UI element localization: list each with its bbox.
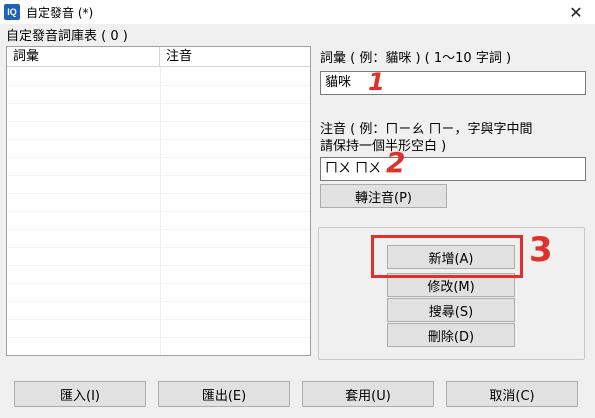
row-line: [7, 301, 310, 302]
row-line: [7, 247, 310, 248]
row-line: [7, 211, 310, 212]
dictionary-list[interactable]: 詞彙 注音: [6, 46, 311, 356]
row-line: [7, 265, 310, 266]
column-header-zhuyin[interactable]: 注音: [160, 47, 310, 66]
close-icon[interactable]: ✕: [565, 1, 587, 23]
app-icon: IQ: [4, 4, 20, 20]
row-line: [7, 283, 310, 284]
row-line: [7, 193, 310, 194]
zhuyin-input[interactable]: ㄇㄨ ㄇㄨ: [320, 157, 586, 181]
annotation-step-3: 3: [529, 230, 553, 270]
delete-button[interactable]: 刪除(D): [387, 323, 515, 347]
word-label: 詞彙 ( 例：貓咪 ) ( 1～10 字詞 ): [320, 51, 512, 66]
column-header-word[interactable]: 詞彙: [7, 47, 160, 66]
row-line: [7, 229, 310, 230]
apply-button[interactable]: 套用(U): [302, 381, 434, 407]
row-line: [7, 85, 310, 86]
export-button[interactable]: 匯出(E): [158, 381, 290, 407]
title-bar: IQ 自定發音 (*) ✕: [0, 0, 595, 24]
row-line: [7, 121, 310, 122]
window-title: 自定發音 (*): [26, 6, 94, 20]
row-line: [7, 157, 310, 158]
row-line: [7, 139, 310, 140]
row-line: [7, 337, 310, 338]
list-header: 詞彙 注音: [7, 47, 310, 67]
annotation-step-2: 2: [386, 146, 406, 179]
convert-zhuyin-button[interactable]: 轉注音(P): [320, 184, 447, 208]
import-button[interactable]: 匯入(I): [14, 381, 146, 407]
list-body[interactable]: [7, 67, 310, 355]
annotation-highlight-box: [371, 235, 523, 278]
row-line: [7, 175, 310, 176]
dictionary-list-title: 自定發音詞庫表 ( 0 ): [6, 29, 128, 44]
cancel-button[interactable]: 取消(C): [446, 381, 578, 407]
annotation-step-1: 1: [368, 68, 385, 96]
row-line: [7, 103, 310, 104]
search-button[interactable]: 搜尋(S): [387, 298, 515, 322]
zhuyin-label-line2: 請保持一個半形空白 ): [320, 139, 447, 154]
row-line: [7, 319, 310, 320]
word-input[interactable]: 貓咪: [320, 71, 586, 95]
